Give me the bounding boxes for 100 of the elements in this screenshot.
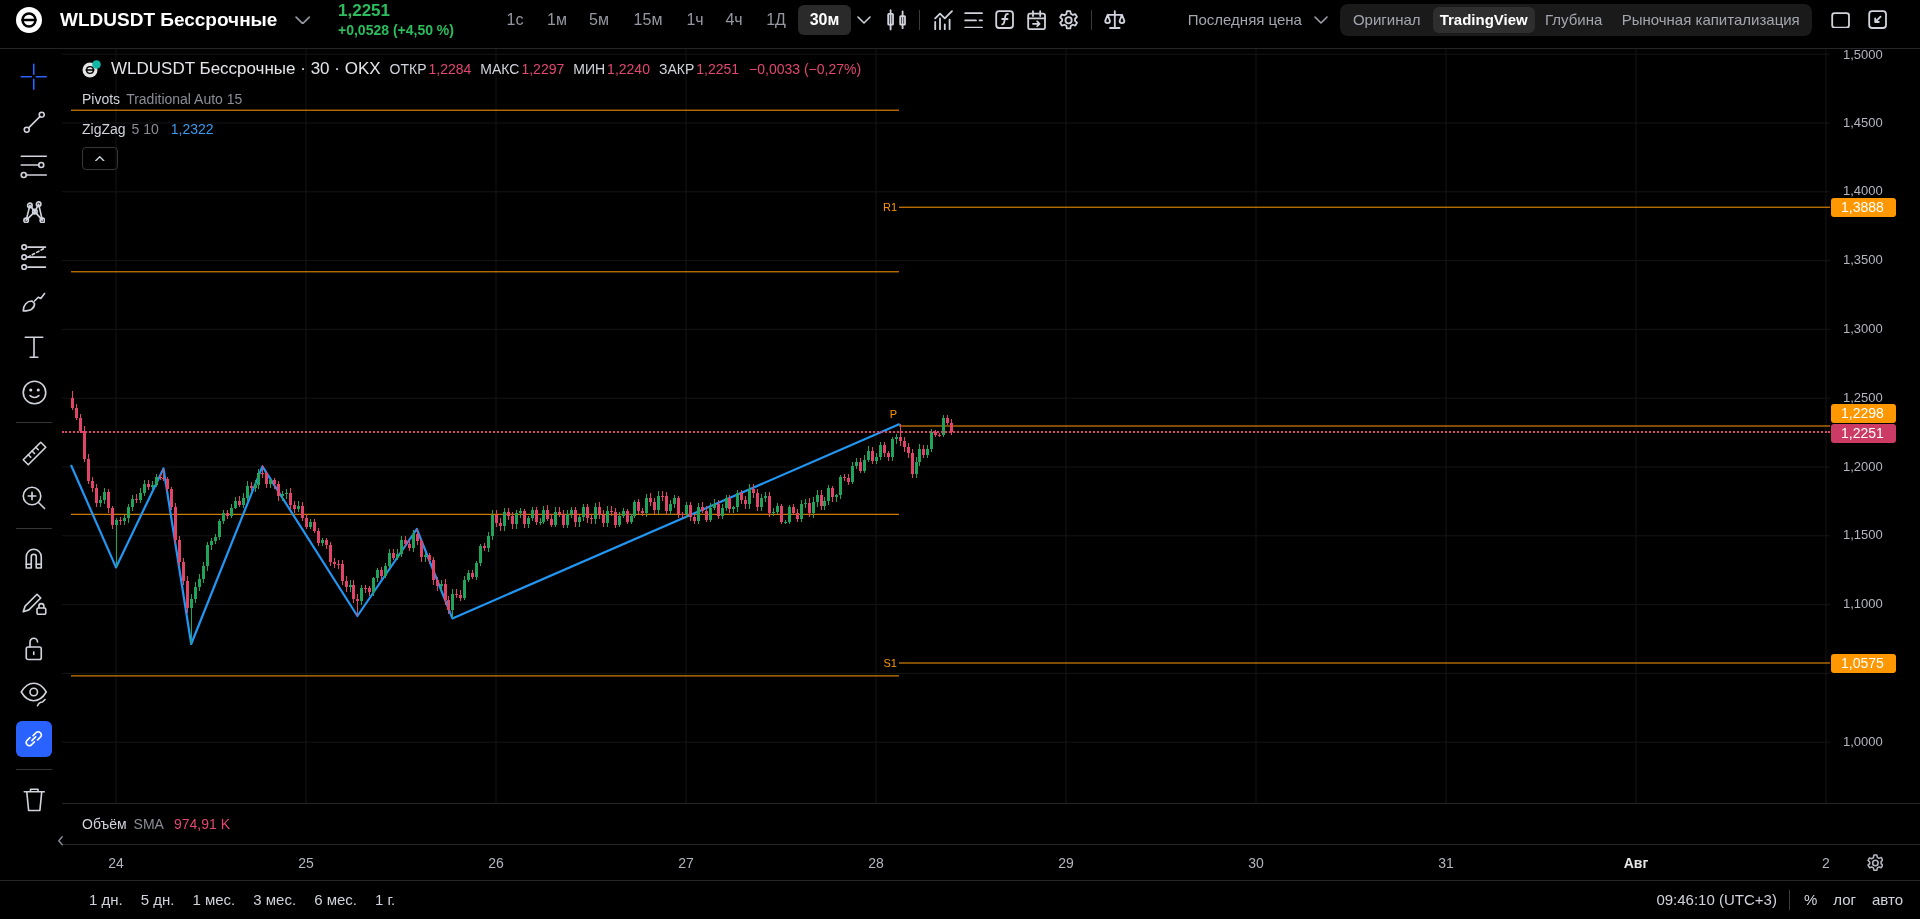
- collapse-legend-button[interactable]: [82, 147, 118, 170]
- range-button[interactable]: 5 дн.: [132, 886, 183, 914]
- view-tab[interactable]: Глубина: [1534, 7, 1613, 33]
- scale-mode-button[interactable]: лог: [1825, 886, 1864, 914]
- chart-line-icon: [934, 9, 954, 31]
- chevron-up-icon: [95, 155, 105, 162]
- time-axis-label: 26: [488, 853, 504, 872]
- pivot-label: P: [889, 408, 897, 420]
- caret-icon: [857, 16, 871, 24]
- coin-icon: [82, 60, 101, 78]
- time-axis-label: 31: [1438, 853, 1454, 872]
- eye-icon: [20, 681, 48, 707]
- price-axis-label: 1,2500: [1843, 391, 1883, 404]
- shrink-icon: [1867, 10, 1888, 30]
- time-axis-label: 24: [108, 853, 124, 872]
- price-axis-label: 1,4500: [1843, 116, 1883, 129]
- time-axis-label: 29: [1058, 853, 1074, 872]
- brush-icon: [22, 291, 46, 313]
- square-icon: [1830, 11, 1850, 29]
- menu-lines-icon: [964, 11, 984, 29]
- pivot-label: R1: [882, 201, 897, 213]
- trash-icon: [22, 788, 46, 812]
- time-axis-label: 30: [1248, 853, 1264, 872]
- ohlc-label: ЗАКР: [658, 59, 695, 79]
- unlocked-padlock-icon: [25, 637, 43, 661]
- indicator-name: Pivots: [82, 89, 121, 109]
- price-badge: 1,2251: [1831, 424, 1896, 443]
- interval-button[interactable]: 5м: [578, 5, 620, 35]
- ohlc-label: МИН: [573, 59, 606, 79]
- function-icon: [994, 10, 1014, 30]
- ohlc-value: 1,2240: [607, 59, 650, 79]
- indicator-value: 974,91 K: [173, 814, 230, 834]
- scale-mode-button[interactable]: авто: [1863, 886, 1911, 914]
- view-tab[interactable]: TradingView: [1432, 7, 1535, 33]
- price-badge: 1,2298: [1831, 404, 1896, 423]
- interval-button[interactable]: 1ч: [676, 5, 714, 35]
- time-axis-label: 2: [1822, 853, 1830, 872]
- calendar-icon: [1026, 9, 1046, 31]
- clock-text: 09:46:10 (UTC+3): [1656, 889, 1777, 910]
- interval-button[interactable]: 1м: [536, 5, 578, 35]
- ohlc-label: МАКС: [480, 59, 520, 79]
- price-badge: 1,0575: [1831, 654, 1896, 673]
- symbol-button[interactable]: WLDUSDT Бессрочные: [60, 2, 310, 38]
- price-axis-label: 1,3000: [1843, 323, 1883, 335]
- caret-icon: [1313, 16, 1328, 24]
- fib-lines-icon: [20, 243, 48, 271]
- candles-icon: [887, 9, 907, 31]
- price-badge: 1,3888: [1831, 198, 1896, 217]
- ohlc-value: 1,2284: [428, 59, 472, 79]
- interval-button[interactable]: 1с: [494, 5, 536, 35]
- interval-button[interactable]: 30м: [798, 5, 851, 35]
- scales-icon: [1104, 10, 1126, 30]
- scale-mode-button[interactable]: %: [1795, 886, 1826, 914]
- price-axis-label: 1,4000: [1843, 185, 1883, 198]
- link-button[interactable]: [16, 721, 52, 757]
- price-axis-label: 1,1500: [1843, 529, 1883, 542]
- range-button[interactable]: 1 г.: [366, 886, 404, 914]
- pattern-icon: [22, 200, 46, 224]
- indicator-value: 1,2322: [170, 119, 214, 139]
- collapse-toolbar-button[interactable]: [56, 834, 64, 848]
- pencil-lock-icon: [21, 592, 47, 616]
- indicator-params: 5 10: [131, 119, 159, 139]
- range-button[interactable]: 1 дн.: [81, 886, 131, 914]
- indicator-name: Объём: [82, 814, 127, 834]
- parallel-lines-icon: [20, 155, 48, 179]
- text-tool-icon: [24, 335, 44, 359]
- price-source-dropdown[interactable]: Последняя цена: [1187, 5, 1328, 35]
- range-button[interactable]: 6 мес.: [306, 886, 365, 914]
- indicator-params: SMA: [133, 814, 164, 834]
- price-axis-label: 1,3500: [1843, 254, 1883, 267]
- link-icon: [25, 730, 43, 748]
- crosshair-icon: [20, 63, 48, 91]
- ruler-icon: [21, 440, 47, 466]
- price-axis-label: 1,5000: [1843, 49, 1883, 61]
- time-axis-label: 25: [298, 853, 314, 872]
- time-axis-label: 28: [868, 853, 884, 872]
- indicator-params: Traditional Auto 15: [126, 89, 243, 109]
- interval-button[interactable]: 4ч: [714, 5, 754, 35]
- last-price: 1,2251: [338, 1, 390, 21]
- smiley-icon: [21, 379, 47, 405]
- view-tab[interactable]: Рыночная капитализация: [1612, 7, 1809, 33]
- price-axis-label: 1,2000: [1843, 460, 1883, 473]
- price-axis-label: 1,0000: [1843, 735, 1883, 748]
- zoom-in-icon: [22, 486, 46, 510]
- price-axis-label: 1,1000: [1843, 598, 1883, 611]
- interval-button[interactable]: 15м: [620, 5, 676, 35]
- interval-button[interactable]: 1Д: [754, 5, 798, 35]
- range-button[interactable]: 3 мес.: [245, 886, 305, 914]
- view-tab[interactable]: Оригинал: [1342, 7, 1431, 33]
- magnet-icon: [25, 548, 43, 570]
- time-axis-label: Авг: [1623, 853, 1649, 872]
- time-axis-label: 27: [678, 853, 694, 872]
- chart-title: WLDUSDT Бессрочные · 30 · OKX: [111, 58, 381, 81]
- caret-icon: [294, 15, 310, 25]
- ohlc-label: ОТКР: [389, 59, 427, 79]
- range-button[interactable]: 1 мес.: [184, 886, 244, 914]
- price-change: +0,0528 (+4,50 %): [338, 21, 454, 39]
- indicator-name: ZigZag: [82, 119, 126, 139]
- trend-line-icon: [22, 110, 46, 134]
- settings-icon: [1866, 853, 1884, 872]
